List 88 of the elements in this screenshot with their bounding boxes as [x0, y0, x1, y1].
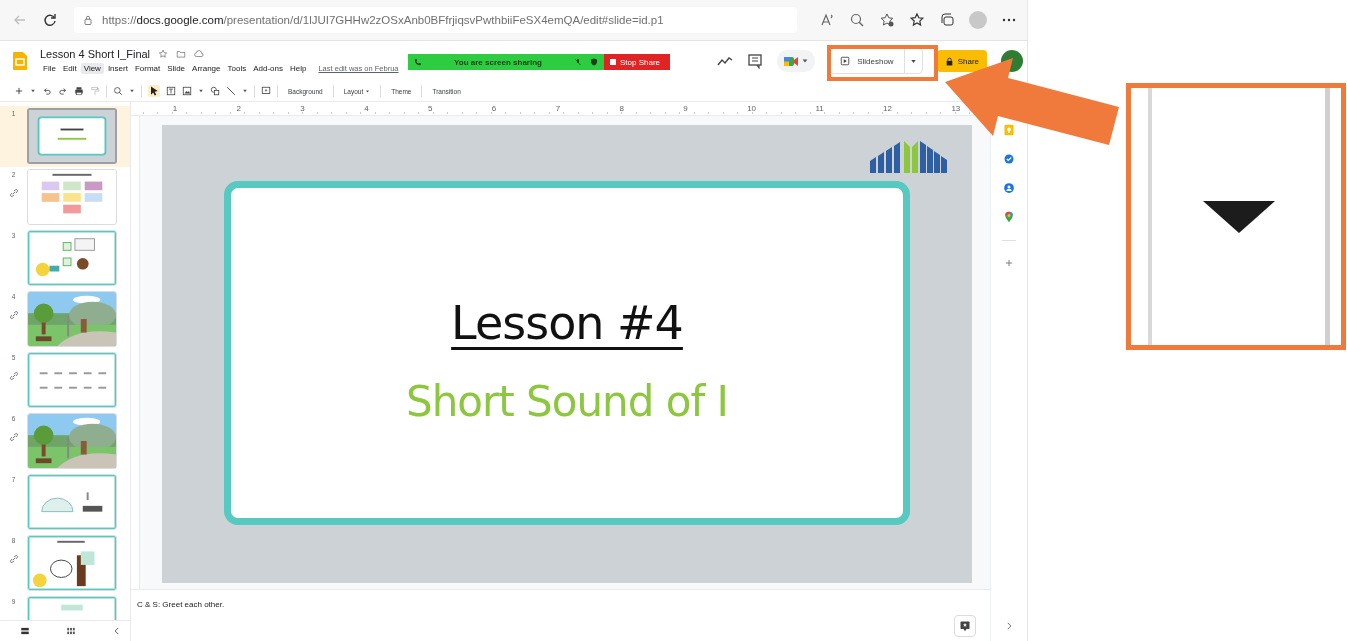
link-icon — [8, 554, 19, 564]
line-icon[interactable] — [226, 86, 236, 96]
phone-icon — [414, 58, 422, 66]
ruler-number: 7 — [555, 103, 561, 114]
ruler-number: 2 — [236, 103, 241, 114]
slide-thumbnail[interactable] — [27, 474, 117, 530]
cloud-icon[interactable] — [194, 49, 205, 59]
menu-item[interactable]: Arrange — [189, 63, 224, 74]
speaker-notes[interactable]: C & S: Greet each other. — [137, 600, 225, 641]
caret-icon — [801, 57, 810, 65]
slideshow-icon — [840, 56, 851, 66]
ruler-number: 10 — [747, 103, 757, 114]
reload-icon[interactable] — [42, 12, 58, 28]
link-icon — [8, 371, 19, 381]
comment-icon[interactable] — [261, 86, 271, 96]
comments-icon[interactable] — [747, 53, 764, 69]
caret-icon[interactable] — [198, 88, 204, 94]
slide-thumbnail[interactable] — [27, 230, 117, 286]
ruler-number: 1 — [172, 103, 178, 114]
text-box-icon[interactable] — [166, 86, 176, 96]
menu-item[interactable]: File — [40, 63, 59, 74]
ruler-number: 3 — [300, 103, 305, 114]
link-icon — [8, 310, 19, 320]
read-aloud-icon[interactable] — [819, 12, 835, 28]
caret-icon — [365, 88, 371, 94]
contacts-icon[interactable] — [1003, 182, 1015, 194]
favorite-star-icon[interactable] — [879, 12, 895, 28]
slide-thumbnail[interactable] — [27, 535, 117, 591]
lock-icon[interactable] — [82, 14, 94, 26]
ruler-number: 13 — [951, 103, 961, 114]
zoom-icon[interactable] — [849, 12, 865, 28]
microphone-off-icon[interactable] — [574, 58, 582, 66]
explore-icon — [959, 620, 971, 632]
slide-thumbnail[interactable] — [27, 108, 117, 164]
menu-item[interactable]: Tools — [224, 63, 250, 74]
link-icon — [8, 188, 19, 198]
sharing-message: You are screen sharing — [453, 57, 543, 67]
meet-button[interactable] — [777, 50, 816, 72]
image-icon[interactable] — [182, 86, 192, 96]
share-button[interactable]: Share — [936, 50, 987, 72]
ruler-number: 5 — [428, 103, 433, 114]
ruler-number: 9 — [683, 103, 688, 114]
undo-icon[interactable] — [42, 86, 52, 96]
menu-item[interactable]: Edit — [59, 63, 80, 74]
grid-view-icon[interactable] — [66, 626, 76, 636]
caret-icon — [1202, 200, 1275, 233]
favorites-icon[interactable] — [909, 12, 925, 28]
menu-item[interactable]: Slide — [164, 63, 189, 74]
redo-icon[interactable] — [58, 86, 68, 96]
filmstrip-view-icon[interactable] — [20, 626, 30, 636]
menu-item[interactable]: View — [80, 63, 104, 74]
collapse-chevron-icon[interactable] — [112, 626, 122, 636]
slide-subtitle: Short Sound of I — [406, 377, 728, 428]
url-text: https://docs.google.com/presentation/d/1lJUI7GHHw2zOSxAnb0BFfrjiqsvPwthbiiFeSX4emQA/edit#slide=id.p1 — [102, 14, 664, 26]
ruler-number: 8 — [619, 103, 624, 114]
zoom-icon[interactable] — [113, 86, 123, 96]
star-icon[interactable] — [158, 49, 169, 59]
menu-item[interactable]: Help — [287, 63, 310, 74]
map-pin-icon[interactable] — [1003, 211, 1015, 223]
menu-item[interactable]: Format — [131, 63, 164, 74]
cursor-icon[interactable] — [148, 85, 160, 97]
expand-chevron-icon[interactable] — [1004, 621, 1014, 631]
lock-icon — [944, 56, 954, 66]
shield-icon — [590, 58, 598, 66]
document-title[interactable]: Lesson 4 Short I_Final — [40, 48, 151, 60]
caret-icon — [909, 57, 917, 65]
slide-title: Lesson #4 — [451, 296, 683, 352]
slide-thumbnail[interactable] — [27, 352, 117, 408]
ruler-number: 12 — [883, 103, 892, 114]
address-bar[interactable]: https://docs.google.com/presentation/d/1lJUI7GHHw2zOSxAnb0BFfrjiqsvPwthbiiFeSX4emQA/edit#slide=id.p1 — [74, 7, 797, 33]
print-icon[interactable] — [74, 86, 84, 96]
add-icon[interactable] — [14, 86, 24, 96]
folder-icon[interactable] — [176, 49, 187, 59]
caret-icon[interactable] — [30, 88, 36, 94]
caret-icon[interactable] — [242, 88, 248, 94]
add-icon[interactable] — [1004, 258, 1014, 268]
ruler-number: 11 — [815, 103, 824, 114]
tasks-icon[interactable] — [1003, 153, 1015, 165]
link-icon — [8, 432, 19, 442]
stop-share-button[interactable]: Stop Share — [604, 54, 670, 70]
menu-item[interactable]: Add-ons — [250, 63, 286, 74]
menu-item[interactable]: Insert — [104, 63, 131, 74]
shapes-icon[interactable] — [210, 86, 220, 96]
ruler-number: 6 — [491, 103, 497, 114]
caret-icon[interactable] — [129, 88, 135, 94]
explore-button[interactable] — [954, 615, 976, 637]
collections-icon[interactable] — [939, 12, 955, 28]
ruler-number: 4 — [364, 103, 369, 114]
